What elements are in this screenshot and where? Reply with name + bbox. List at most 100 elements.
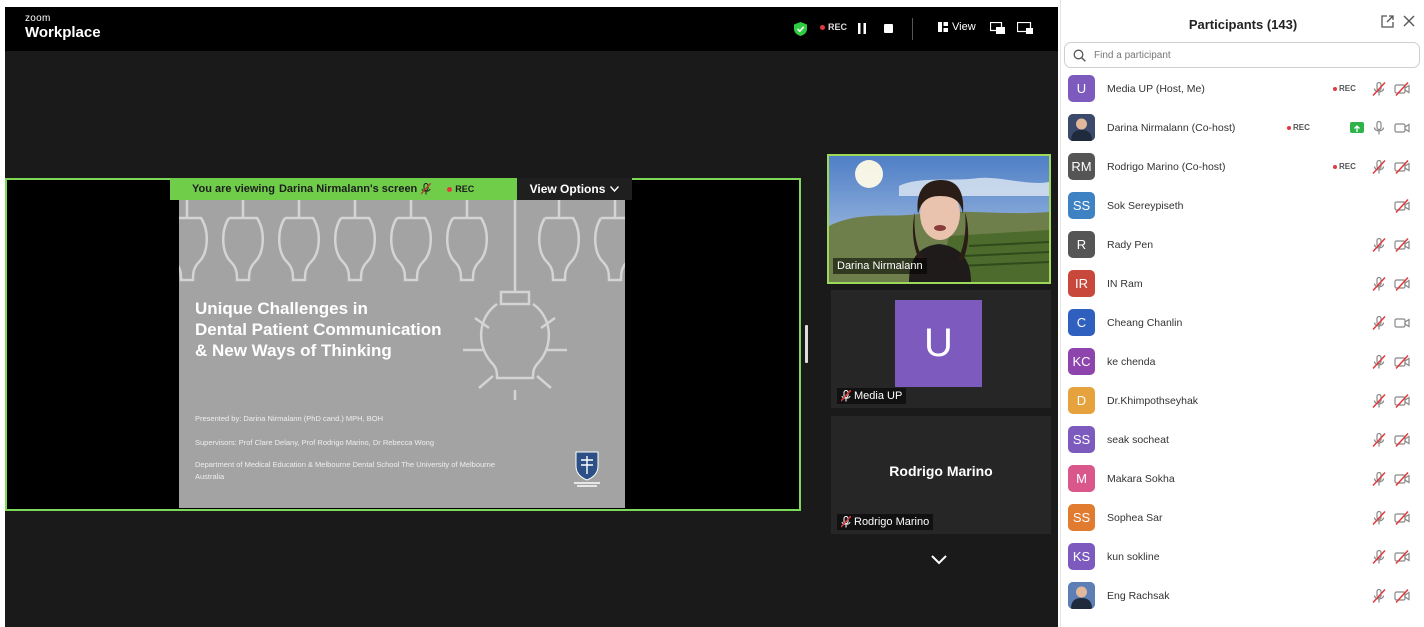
participant-rec-badge: REC <box>1333 84 1356 93</box>
muted-mic-icon[interactable] <box>1371 549 1387 565</box>
muted-mic-icon[interactable] <box>1371 471 1387 487</box>
meeting-area: zoom Workplace REC View Unique Challenge… <box>5 7 1058 627</box>
video-off-icon[interactable] <box>1394 510 1410 526</box>
muted-mic-icon[interactable] <box>1371 276 1387 292</box>
participant-avatar: KS <box>1068 543 1095 570</box>
slide-department: Department of Medical Education & Melbou… <box>195 460 496 469</box>
mic-icon[interactable] <box>1371 120 1387 136</box>
video-icon[interactable] <box>1394 120 1410 136</box>
video-off-icon[interactable] <box>1394 549 1410 565</box>
slide-title-line-1: Unique Challenges in <box>195 299 368 318</box>
view-button[interactable]: View <box>938 21 976 33</box>
participant-name: Sophea Sar <box>1107 512 1163 524</box>
participant-avatar: D <box>1068 387 1095 414</box>
participant-rec-label: REC <box>1339 84 1356 93</box>
participant-row[interactable]: SS seak socheat <box>1061 421 1424 460</box>
picture-in-picture-icon[interactable] <box>990 22 1005 34</box>
record-dot-icon <box>1287 125 1291 130</box>
shield-icon[interactable] <box>794 22 807 36</box>
participant-avatar: M <box>1068 465 1095 492</box>
profile-photo-icon <box>1068 114 1095 141</box>
brand-zoom: zoom <box>25 13 51 24</box>
participant-avatar <box>1068 114 1095 141</box>
participant-row[interactable]: R Rady Pen <box>1061 226 1424 265</box>
grid-view-icon <box>938 22 948 32</box>
participant-row[interactable]: C Cheang Chanlin <box>1061 304 1424 343</box>
muted-mic-icon[interactable] <box>1371 393 1387 409</box>
muted-mic-icon[interactable] <box>1371 81 1387 97</box>
video-off-icon[interactable] <box>1394 159 1410 175</box>
video-tile-media-up[interactable]: U Media UP <box>831 290 1051 408</box>
participant-name: Media UP (Host, Me) <box>1107 83 1205 95</box>
participant-row[interactable]: RM Rodrigo Marino (Co-host) REC <box>1061 148 1424 187</box>
recording-indicator: REC <box>820 22 847 32</box>
participant-row[interactable]: KS kun sokline <box>1061 538 1424 577</box>
slide-title-line-3: & New Ways of Thinking <box>195 341 392 360</box>
tile-media-label: Media UP <box>837 388 907 404</box>
record-dot-icon <box>447 186 453 192</box>
viewing-rec-label: REC <box>455 184 475 194</box>
participant-rec-badge: REC <box>1333 162 1356 171</box>
tile-rodrigo-name: Rodrigo Marino <box>854 516 930 528</box>
participant-name: Eng Rachsak <box>1107 590 1170 602</box>
pop-out-icon[interactable] <box>1381 15 1394 28</box>
video-off-icon[interactable] <box>1394 393 1410 409</box>
participant-row[interactable]: SS Sok Sereypiseth <box>1061 187 1424 226</box>
muted-mic-icon[interactable] <box>1371 432 1387 448</box>
video-off-icon[interactable] <box>1394 588 1410 604</box>
muted-mic-icon[interactable] <box>1371 588 1387 604</box>
participant-row[interactable]: KC ke chenda <box>1061 343 1424 382</box>
viewing-name: Darina Nirmalann's screen <box>278 183 418 195</box>
video-off-icon[interactable] <box>1394 81 1410 97</box>
avatar: U <box>895 300 982 387</box>
muted-mic-icon <box>421 183 432 195</box>
record-dot-icon <box>820 24 825 30</box>
video-off-icon[interactable] <box>1394 354 1410 370</box>
muted-mic-icon <box>841 390 851 402</box>
video-off-icon[interactable] <box>1394 237 1410 253</box>
video-icon[interactable] <box>1394 315 1410 331</box>
zoom-app: zoom Workplace REC View Unique Challenge… <box>0 0 1424 627</box>
video-tile-darina[interactable]: Darina Nirmalann <box>827 154 1051 284</box>
rec-label: REC <box>828 22 848 32</box>
participant-avatar: SS <box>1068 192 1095 219</box>
chevron-down-icon[interactable] <box>931 555 947 565</box>
minimize-window-icon[interactable] <box>1017 22 1033 34</box>
stop-recording-icon[interactable] <box>884 24 893 33</box>
search-input[interactable] <box>1094 49 1394 61</box>
video-off-icon[interactable] <box>1394 198 1410 214</box>
video-tile-rodrigo[interactable]: Rodrigo Marino Rodrigo Marino <box>831 416 1051 534</box>
participant-name: Rady Pen <box>1107 239 1154 251</box>
participant-row[interactable]: Eng Rachsak <box>1061 577 1424 616</box>
chevron-down-icon <box>610 186 620 192</box>
participant-row[interactable]: M Makara Sokha <box>1061 460 1424 499</box>
close-icon[interactable] <box>1403 15 1415 27</box>
participant-name: IN Ram <box>1107 278 1143 290</box>
muted-mic-icon[interactable] <box>1371 354 1387 370</box>
pause-recording-icon[interactable] <box>857 23 867 34</box>
video-off-icon[interactable] <box>1394 276 1410 292</box>
record-dot-icon <box>1333 86 1337 91</box>
participant-row[interactable]: U Media UP (Host, Me) REC <box>1061 70 1424 109</box>
video-off-icon[interactable] <box>1394 471 1410 487</box>
participant-rec-label: REC <box>1339 162 1356 171</box>
tile-rodrigo-label: Rodrigo Marino <box>837 514 934 530</box>
participant-avatar: SS <box>1068 504 1095 531</box>
panel-resize-handle[interactable] <box>805 325 808 363</box>
participant-row[interactable]: Darina Nirmalann (Co-host) REC <box>1061 109 1424 148</box>
video-off-icon[interactable] <box>1394 432 1410 448</box>
muted-mic-icon[interactable] <box>1371 237 1387 253</box>
participant-row[interactable]: IR IN Ram <box>1061 265 1424 304</box>
participant-row[interactable]: D Dr.Khimpothseyhak <box>1061 382 1424 421</box>
participant-name: kun sokline <box>1107 551 1160 563</box>
tile-rodrigo-big-name: Rodrigo Marino <box>889 463 993 479</box>
participant-avatar: RM <box>1068 153 1095 180</box>
participant-avatar: U <box>1068 75 1095 102</box>
participant-row[interactable]: SS Sophea Sar <box>1061 499 1424 538</box>
muted-mic-icon[interactable] <box>1371 510 1387 526</box>
muted-mic-icon[interactable] <box>1371 159 1387 175</box>
participant-name: Rodrigo Marino (Co-host) <box>1107 161 1226 173</box>
muted-mic-icon[interactable] <box>1371 315 1387 331</box>
view-options-button[interactable]: View Options <box>517 178 632 200</box>
slide-supervisors: Supervisors: Prof Clare Delany, Prof Rod… <box>195 438 434 447</box>
